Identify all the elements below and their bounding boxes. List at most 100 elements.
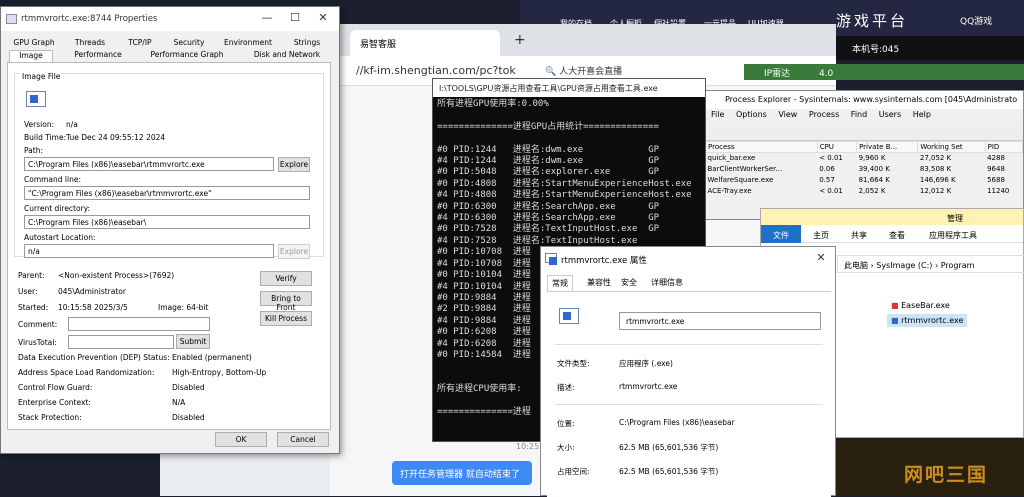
site-watermark: 网吧三国 bbox=[904, 464, 989, 486]
autostart-field[interactable]: n/a bbox=[24, 244, 274, 258]
file-name-field[interactable]: rtmmvrortc.exe bbox=[619, 312, 821, 330]
crumb-drive[interactable]: SysImage (C:) bbox=[876, 261, 932, 270]
explore-button[interactable]: Explore bbox=[278, 157, 310, 172]
table-row[interactable]: ACE-Tray.exe < 0.01 2,052 K 12,012 K 112… bbox=[706, 186, 1023, 197]
tab-details[interactable]: 详细信息 bbox=[647, 275, 687, 290]
cell-private: 81,664 K bbox=[858, 176, 890, 184]
maximize-icon[interactable]: ☐ bbox=[285, 11, 305, 24]
cancel-button[interactable]: Cancel bbox=[277, 432, 329, 447]
ribbon-view[interactable]: 查看 bbox=[889, 230, 905, 241]
col-private[interactable]: Private B... bbox=[856, 141, 919, 153]
cell-cpu: < 0.01 bbox=[819, 154, 843, 163]
qq-game-label[interactable]: QQ游戏 bbox=[960, 14, 992, 27]
game-platform-title: 游戏平台 bbox=[836, 12, 909, 30]
size-value: 62.5 MB (65,601,536 字节) bbox=[619, 443, 719, 452]
tab-environment[interactable]: Environment bbox=[219, 38, 277, 47]
col-process[interactable]: Process bbox=[705, 141, 818, 153]
enterprise-label: Enterprise Context: bbox=[18, 398, 91, 407]
menu-options[interactable]: Options bbox=[736, 110, 767, 119]
menu-view[interactable]: View bbox=[778, 110, 797, 119]
command-line-field[interactable]: "C:\Program Files (x86)\easebar\rtmmvror… bbox=[24, 186, 310, 200]
disk-size-label: 占用空间: bbox=[557, 467, 590, 476]
version-value: n/a bbox=[66, 120, 78, 129]
aslr-value: High-Entropy, Bottom-Up bbox=[172, 368, 267, 377]
started-value: 10:15:58 2025/3/5 bbox=[58, 303, 128, 312]
close-icon[interactable]: ✕ bbox=[811, 251, 831, 264]
table-row[interactable]: quick_bar.exe < 0.01 9,960 K 27,052 K 42… bbox=[706, 153, 1023, 164]
virustotal-label: VirusTotal: bbox=[18, 338, 57, 347]
menu-file[interactable]: File bbox=[711, 110, 724, 119]
menu-users[interactable]: Users bbox=[879, 110, 901, 119]
menu-find[interactable]: Find bbox=[851, 110, 867, 119]
divider bbox=[555, 404, 823, 405]
file-item-selected[interactable]: ■ rtmmvrortc.exe bbox=[887, 314, 968, 327]
autostart-explore-button[interactable]: Explore bbox=[278, 244, 310, 259]
tab-performance[interactable]: Performance bbox=[69, 50, 127, 59]
comment-field[interactable] bbox=[68, 317, 210, 331]
procexp-title: Process Explorer - Sysinternals: www.sys… bbox=[705, 91, 1023, 109]
tab-row-2: Image Performance Performance Graph Disk… bbox=[5, 50, 335, 62]
menu-help[interactable]: Help bbox=[913, 110, 931, 119]
col-working-set[interactable]: Working Set bbox=[917, 141, 986, 153]
cell-private: 39,400 K bbox=[858, 165, 890, 173]
cell-process: quick_bar.exe bbox=[707, 154, 756, 163]
browser-tab[interactable]: 易智客服 bbox=[350, 30, 500, 56]
close-icon[interactable]: ✕ bbox=[313, 11, 333, 24]
cell-working: 83,508 K bbox=[919, 165, 952, 173]
crumb-pc[interactable]: 此电脑 bbox=[844, 261, 868, 270]
tab-security[interactable]: 安全 bbox=[617, 275, 641, 290]
verify-button[interactable]: Verify bbox=[260, 271, 312, 286]
search-suggestion[interactable]: 🔍 人大开喜会直播 bbox=[545, 64, 622, 77]
tab-disk-network[interactable]: Disk and Network bbox=[245, 50, 329, 59]
chat-message-bubble: 打开任务管理器 就自动结束了 bbox=[392, 461, 532, 485]
user-label: User: bbox=[18, 287, 38, 296]
browser-tab-bar: 易智客服 + bbox=[330, 24, 836, 56]
bring-to-front-button[interactable]: Bring to Front bbox=[260, 291, 312, 312]
crumb-program[interactable]: Program bbox=[941, 261, 975, 270]
exe-icon: ■ bbox=[891, 301, 899, 310]
console-title: I:\TOOLS\GPU资源占用查看工具\GPU资源占用查看工具.exe bbox=[433, 79, 705, 97]
ok-button[interactable]: OK bbox=[215, 432, 267, 447]
current-dir-field[interactable]: C:\Program Files (x86)\easebar\ bbox=[24, 215, 310, 229]
cell-cpu: 0.57 bbox=[819, 176, 835, 184]
ip-radar-label: IP雷达 bbox=[764, 69, 791, 79]
new-tab-button[interactable]: + bbox=[514, 32, 526, 48]
menu-process[interactable]: Process bbox=[809, 110, 839, 119]
tab-compat[interactable]: 兼容性 bbox=[583, 275, 615, 290]
tab-gpu-graph[interactable]: GPU Graph bbox=[9, 38, 59, 47]
explorer-breadcrumb[interactable]: 此电脑 › SysImage (C:) › Program bbox=[837, 255, 1024, 273]
virustotal-field[interactable] bbox=[68, 335, 174, 349]
file-name: rtmmvrortc.exe bbox=[901, 316, 964, 325]
ribbon-home[interactable]: 主页 bbox=[813, 230, 829, 241]
path-field[interactable]: C:\Program Files (x86)\easebar\rtmmvrort… bbox=[24, 157, 274, 171]
disk-size-value: 62.5 MB (65,601,536 字节) bbox=[619, 467, 719, 476]
table-row[interactable]: WelfareSquare.exe 0.57 81,664 K 146,696 … bbox=[706, 175, 1023, 186]
col-cpu[interactable]: CPU bbox=[816, 141, 858, 153]
tab-threads[interactable]: Threads bbox=[65, 38, 115, 47]
cell-process: ACE-Tray.exe bbox=[707, 187, 752, 195]
minimize-icon[interactable]: — bbox=[257, 11, 277, 24]
cell-working: 146,696 K bbox=[919, 176, 956, 184]
app-icon bbox=[6, 14, 17, 24]
table-row[interactable]: BarClientWorkerSer... 0.06 39,400 K 83,5… bbox=[706, 164, 1023, 175]
tab-general[interactable]: 常规 bbox=[547, 275, 573, 291]
tab-security[interactable]: Security bbox=[165, 38, 213, 47]
process-explorer-window: Process Explorer - Sysinternals: www.sys… bbox=[704, 90, 1024, 220]
file-name: EaseBar.exe bbox=[901, 301, 950, 310]
manage-tab[interactable]: 管理 bbox=[761, 209, 1023, 225]
enterprise-value: N/A bbox=[172, 398, 186, 407]
tab-performance-graph[interactable]: Performance Graph bbox=[145, 50, 229, 59]
kill-process-button[interactable]: Kill Process bbox=[260, 311, 312, 326]
dep-label: Data Execution Prevention (DEP) Status: bbox=[18, 353, 170, 362]
tab-tcpip[interactable]: TCP/IP bbox=[119, 38, 161, 47]
type-value: 应用程序 (.exe) bbox=[619, 359, 673, 368]
submit-button[interactable]: Submit bbox=[176, 334, 210, 349]
ribbon-app-tools[interactable]: 应用程序工具 bbox=[929, 230, 977, 241]
general-page: rtmmvrortc.exe 文件类型: 应用程序 (.exe) 描述: rtm… bbox=[547, 291, 831, 497]
col-pid[interactable]: PID bbox=[984, 141, 1024, 153]
tab-strings[interactable]: Strings bbox=[285, 38, 329, 47]
tab-image[interactable]: Image bbox=[9, 50, 53, 62]
ribbon-file[interactable]: 文件 bbox=[761, 225, 801, 243]
ribbon-share[interactable]: 共享 bbox=[851, 230, 867, 241]
file-item[interactable]: ■ EaseBar.exe bbox=[887, 299, 954, 312]
